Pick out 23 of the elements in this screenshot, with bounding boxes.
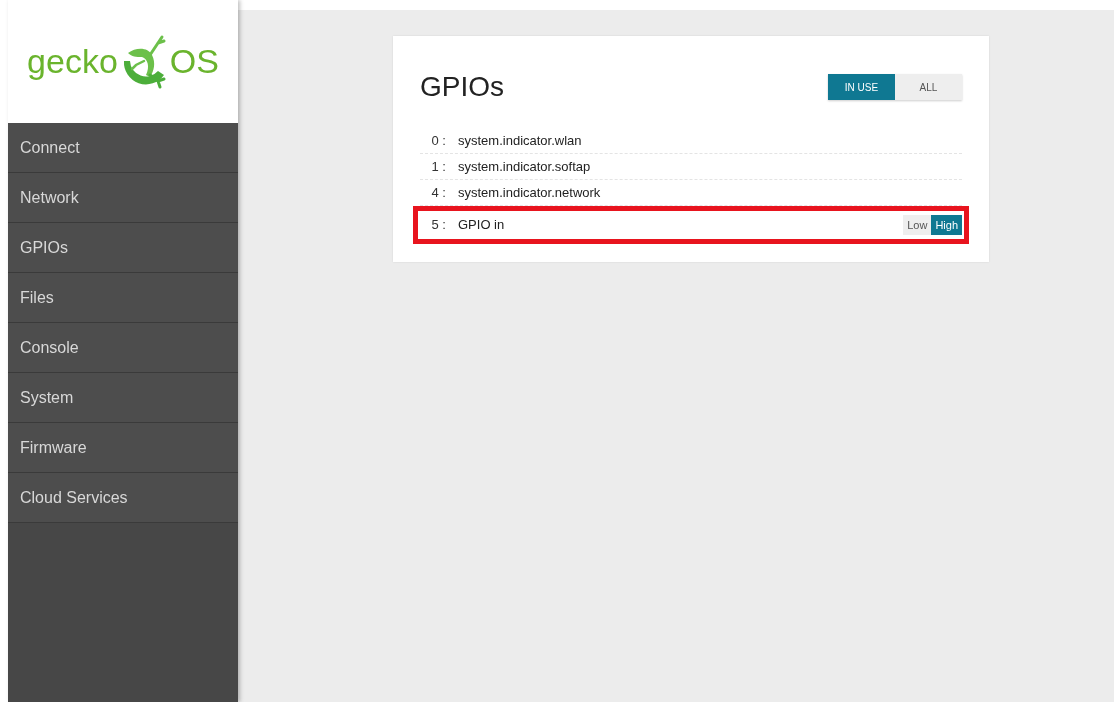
sidebar-item[interactable]: System: [8, 373, 238, 423]
gpio-number: 0 :: [430, 131, 447, 150]
gpio-number: 1 :: [430, 157, 447, 176]
page-title: GPIOs: [420, 70, 504, 104]
sidebar-item[interactable]: Firmware: [8, 423, 238, 473]
gpio-name: system.indicator.softap: [458, 157, 591, 176]
gpio-number: 5 :: [430, 216, 447, 235]
level-toggle[interactable]: Low: [903, 215, 932, 235]
filter-tab[interactable]: ALL: [895, 74, 962, 100]
level-toggle[interactable]: High: [931, 215, 962, 235]
logo-text: gecko: [27, 41, 118, 82]
logo-text: OS: [169, 41, 219, 82]
gpio-name: system.indicator.wlan: [458, 131, 582, 150]
sidebar-item[interactable]: Cloud Services: [8, 473, 238, 523]
sidebar-item[interactable]: Files: [8, 273, 238, 323]
sidebar-item[interactable]: GPIOs: [8, 223, 238, 273]
sidebar-item[interactable]: Connect: [8, 123, 238, 173]
gpio-name: system.indicator.network: [458, 183, 601, 202]
sidebar-item[interactable]: Console: [8, 323, 238, 373]
filter-tab[interactable]: IN USE: [828, 74, 895, 100]
sidebar-item[interactable]: Network: [8, 173, 238, 223]
gpio-name: GPIO in: [458, 216, 505, 235]
gpio-number: 4 :: [430, 183, 447, 202]
